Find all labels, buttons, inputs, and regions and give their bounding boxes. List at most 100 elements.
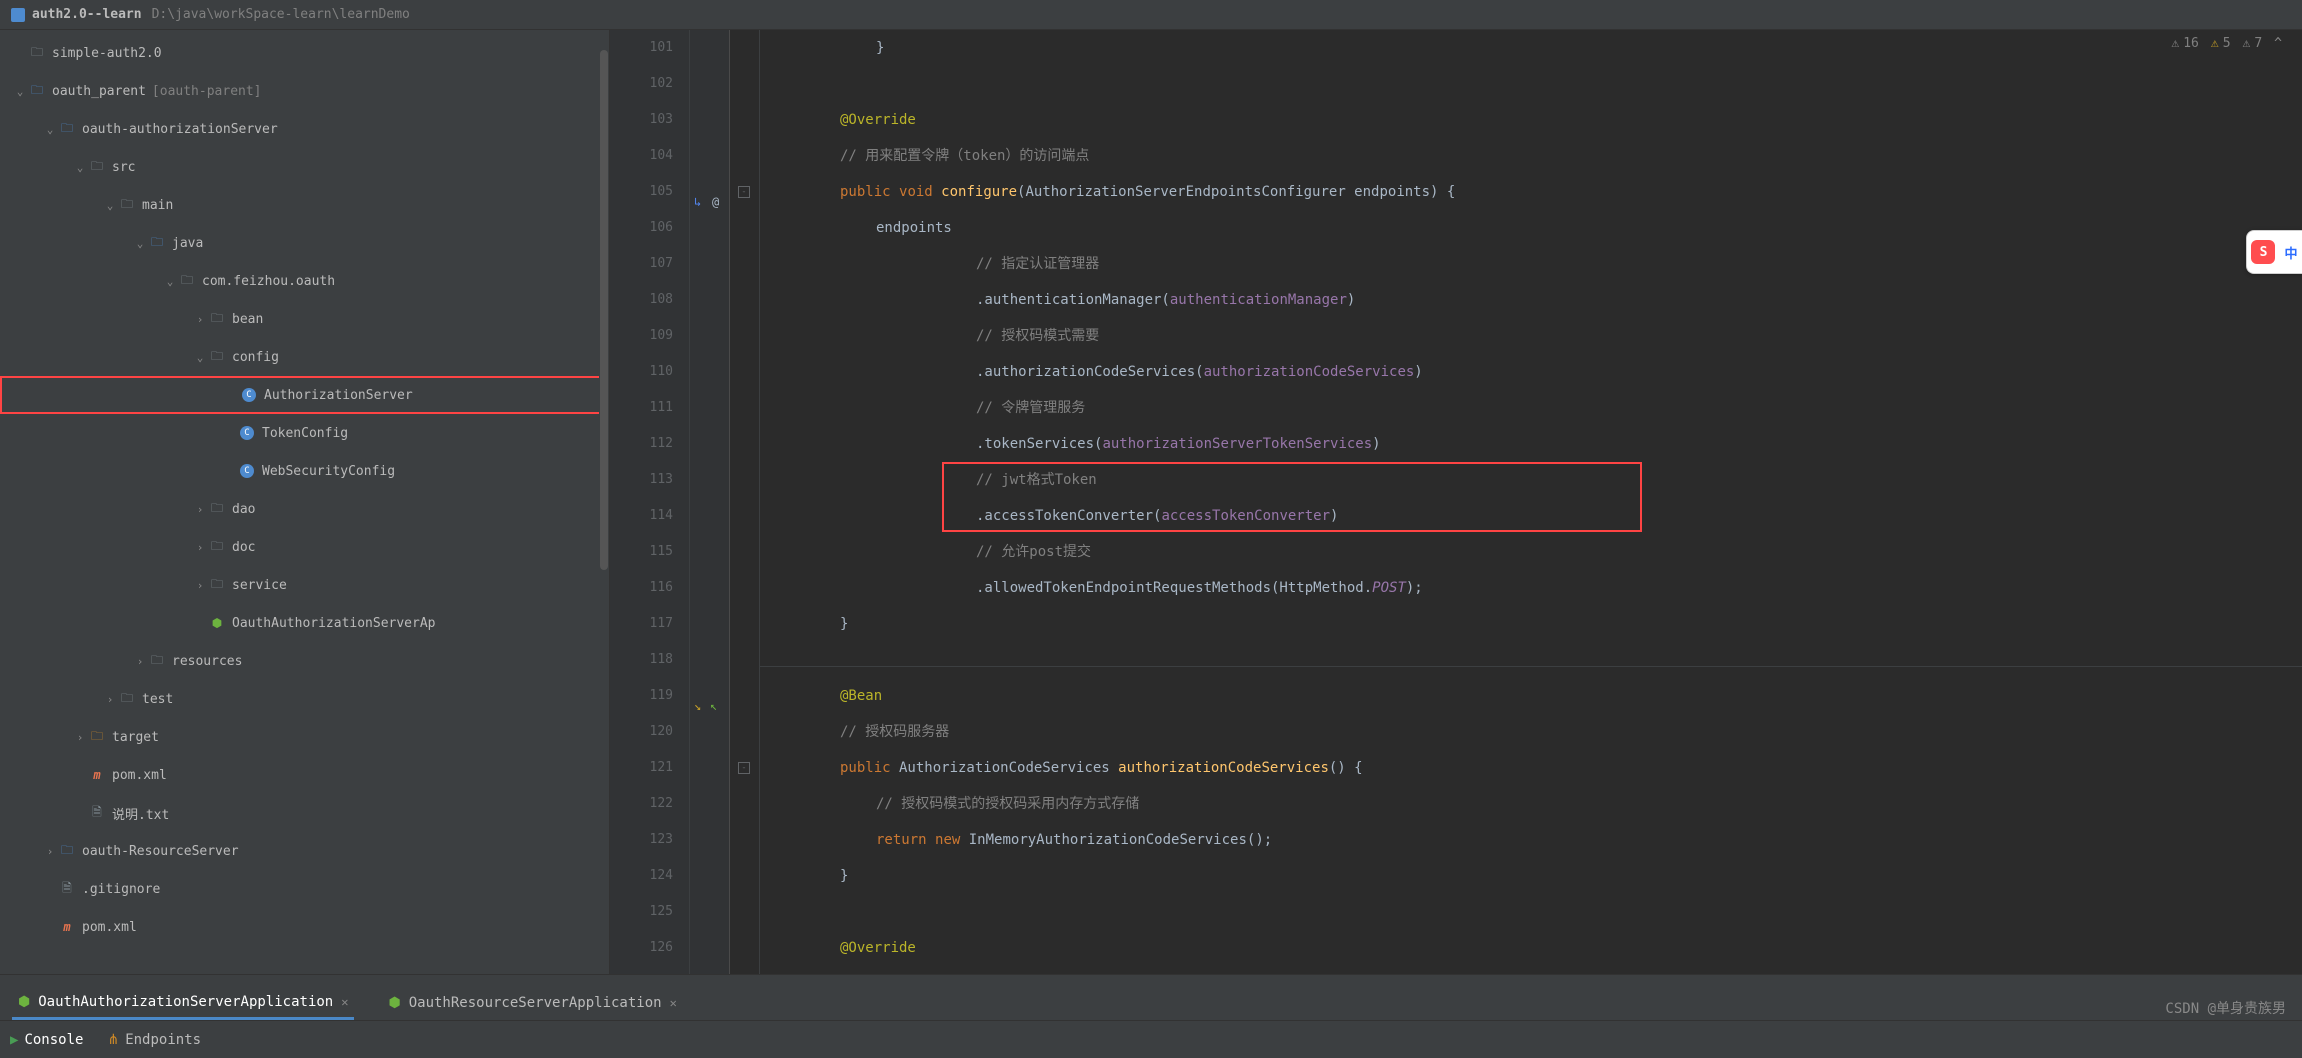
- bottom-tab-endpoints[interactable]: ⋔Endpoints: [107, 1032, 201, 1048]
- tree-item-oauth-resourceserver[interactable]: ›🗀oauth-ResourceServer: [0, 832, 609, 870]
- tree-item-src[interactable]: ⌄🗀src: [0, 148, 609, 186]
- run-config-tabs[interactable]: ⬢OauthAuthorizationServerApplication✕ ⬢Oa…: [0, 974, 2302, 1020]
- line-number[interactable]: 102: [610, 66, 673, 102]
- close-icon[interactable]: ✕: [670, 996, 677, 1010]
- tree-item-resources[interactable]: ›🗀resources: [0, 642, 609, 680]
- line-number[interactable]: 117: [610, 606, 673, 642]
- code-line[interactable]: @Override: [760, 102, 2302, 138]
- code-line[interactable]: public AuthorizationCodeServices authori…: [760, 750, 2302, 786]
- tree-arrow-closed-icon[interactable]: ›: [192, 313, 208, 326]
- code-line[interactable]: // 授权码服务器: [760, 714, 2302, 750]
- line-number[interactable]: 119: [610, 678, 673, 714]
- line-number[interactable]: 109: [610, 318, 673, 354]
- line-number[interactable]: 124: [610, 858, 673, 894]
- tree-item-target[interactable]: ›🗀target: [0, 718, 609, 756]
- code-line[interactable]: [760, 642, 2302, 678]
- tree-arrow-closed-icon[interactable]: ›: [102, 693, 118, 706]
- tree-scrollbar[interactable]: [599, 30, 609, 974]
- code-line[interactable]: endpoints: [760, 210, 2302, 246]
- line-number[interactable]: 114: [610, 498, 673, 534]
- run-tab-oauthauthorizationserverapplication[interactable]: ⬢OauthAuthorizationServerApplication✕: [12, 986, 354, 1020]
- code-line[interactable]: [760, 66, 2302, 102]
- code-line[interactable]: // 允许post提交: [760, 534, 2302, 570]
- tree-arrow-closed-icon[interactable]: ›: [192, 541, 208, 554]
- tree-arrow-open-icon[interactable]: ⌄: [192, 351, 208, 364]
- tree-item-main[interactable]: ⌄🗀main: [0, 186, 609, 224]
- run-tab-oauthresourceserverapplication[interactable]: ⬢OauthResourceServerApplication✕: [382, 986, 682, 1020]
- tree-scrollbar-thumb[interactable]: [600, 50, 608, 570]
- line-number[interactable]: 101: [610, 30, 673, 66]
- fold-gutter[interactable]: --: [730, 30, 760, 974]
- line-number[interactable]: 110: [610, 354, 673, 390]
- code-line[interactable]: return new InMemoryAuthorizationCodeServ…: [760, 822, 2302, 858]
- gutter-icons[interactable]: ↳@↘↖: [690, 30, 730, 974]
- code-line[interactable]: }: [760, 606, 2302, 642]
- fold-toggle-icon[interactable]: -: [738, 186, 750, 198]
- line-number[interactable]: 103: [610, 102, 673, 138]
- line-number-gutter[interactable]: 1011021031041051061071081091101111121131…: [610, 30, 690, 974]
- line-number[interactable]: 118: [610, 642, 673, 678]
- line-number[interactable]: 125: [610, 894, 673, 930]
- tree-item-java[interactable]: ⌄🗀java: [0, 224, 609, 262]
- code-line[interactable]: @Override: [760, 930, 2302, 966]
- tree-item--gitignore[interactable]: ·🗎.gitignore: [0, 870, 609, 908]
- close-icon[interactable]: ✕: [341, 995, 348, 1009]
- bottom-tool-tabs[interactable]: ▶Console ⋔Endpoints: [0, 1020, 2302, 1058]
- tree-item-bean[interactable]: ›🗀bean: [0, 300, 609, 338]
- code-line[interactable]: // 授权码模式需要: [760, 318, 2302, 354]
- editor[interactable]: ⚠16 ⚠5 ⚠7 ^ 1011021031041051061071081091…: [610, 30, 2302, 974]
- line-number[interactable]: 112: [610, 426, 673, 462]
- ime-widget[interactable]: S 中: [2246, 230, 2302, 274]
- project-tree[interactable]: ·🗀simple-auth2.0⌄🗀oauth_parent[oauth-par…: [0, 30, 610, 974]
- line-number[interactable]: 106: [610, 210, 673, 246]
- tree-item-pom-xml[interactable]: ·mpom.xml: [0, 908, 609, 946]
- line-number[interactable]: 104: [610, 138, 673, 174]
- line-number[interactable]: 105: [610, 174, 673, 210]
- code-line[interactable]: .authorizationCodeServices(authorization…: [760, 354, 2302, 390]
- code-area[interactable]: }@Override// 用来配置令牌（token）的访问端点public vo…: [760, 30, 2302, 974]
- code-line[interactable]: @Bean: [760, 678, 2302, 714]
- code-line[interactable]: [760, 894, 2302, 930]
- tree-arrow-closed-icon[interactable]: ›: [72, 731, 88, 744]
- tree-arrow-closed-icon[interactable]: ›: [132, 655, 148, 668]
- tree-arrow-open-icon[interactable]: ⌄: [12, 85, 28, 98]
- ime-logo-icon[interactable]: S: [2251, 240, 2275, 264]
- line-number[interactable]: 113: [610, 462, 673, 498]
- tree-item--txt[interactable]: ·🗎说明.txt: [0, 794, 609, 832]
- line-number[interactable]: 121: [610, 750, 673, 786]
- project-name[interactable]: auth2.0--learn: [32, 7, 142, 22]
- line-number[interactable]: 123: [610, 822, 673, 858]
- code-line[interactable]: // 指定认证管理器: [760, 246, 2302, 282]
- tree-arrow-closed-icon[interactable]: ›: [192, 503, 208, 516]
- tree-item-com-feizhou-oauth[interactable]: ⌄🗀com.feizhou.oauth: [0, 262, 609, 300]
- tree-arrow-open-icon[interactable]: ⌄: [72, 161, 88, 174]
- tree-arrow-open-icon[interactable]: ⌄: [102, 199, 118, 212]
- tree-item-oauth-authorizationserver[interactable]: ⌄🗀oauth-authorizationServer: [0, 110, 609, 148]
- line-number[interactable]: 115: [610, 534, 673, 570]
- line-number[interactable]: 107: [610, 246, 673, 282]
- code-line[interactable]: public void configure(AuthorizationServe…: [760, 174, 2302, 210]
- tree-item-doc[interactable]: ›🗀doc: [0, 528, 609, 566]
- code-line[interactable]: // 令牌管理服务: [760, 390, 2302, 426]
- tree-item-simple-auth2-0[interactable]: ·🗀simple-auth2.0: [0, 34, 609, 72]
- tree-item-test[interactable]: ›🗀test: [0, 680, 609, 718]
- fold-toggle-icon[interactable]: -: [738, 762, 750, 774]
- line-number[interactable]: 108: [610, 282, 673, 318]
- code-line[interactable]: // 授权码模式的授权码采用内存方式存储: [760, 786, 2302, 822]
- tree-item-oauth-parent[interactable]: ⌄🗀oauth_parent[oauth-parent]: [0, 72, 609, 110]
- line-number[interactable]: 116: [610, 570, 673, 606]
- tree-arrow-open-icon[interactable]: ⌄: [162, 275, 178, 288]
- code-line[interactable]: .authenticationManager(authenticationMan…: [760, 282, 2302, 318]
- tree-arrow-open-icon[interactable]: ⌄: [132, 237, 148, 250]
- tree-item-service[interactable]: ›🗀service: [0, 566, 609, 604]
- line-number[interactable]: 120: [610, 714, 673, 750]
- line-number[interactable]: 111: [610, 390, 673, 426]
- tree-item-authorizationserver[interactable]: ·CAuthorizationServer: [0, 376, 609, 414]
- tree-item-tokenconfig[interactable]: ·CTokenConfig: [0, 414, 609, 452]
- code-line[interactable]: .tokenServices(authorizationServerTokenS…: [760, 426, 2302, 462]
- line-number[interactable]: 126: [610, 930, 673, 966]
- bottom-tab-console[interactable]: ▶Console: [10, 1032, 83, 1048]
- code-line[interactable]: }: [760, 858, 2302, 894]
- tree-arrow-open-icon[interactable]: ⌄: [42, 123, 58, 136]
- code-line[interactable]: }: [760, 30, 2302, 66]
